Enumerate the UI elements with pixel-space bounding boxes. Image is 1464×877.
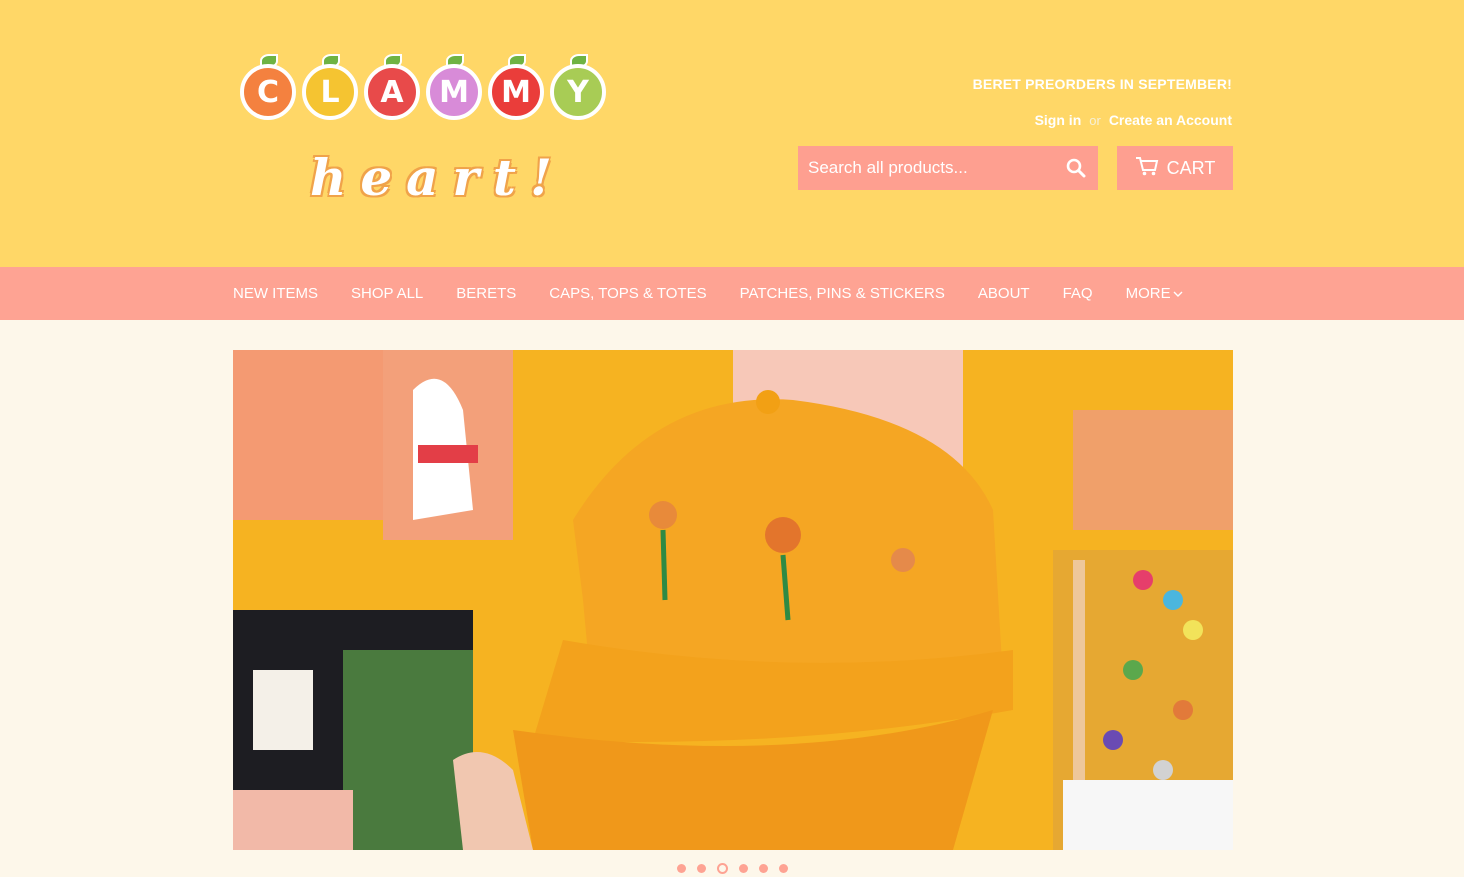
logo-letter-m2: M — [486, 54, 546, 120]
site-header: C L A M M Y heart! BERET PREORDERS IN SE… — [0, 0, 1464, 267]
slide-dot-1[interactable] — [676, 864, 686, 873]
logo-script-text: heart! — [310, 148, 566, 207]
nav-item-more[interactable]: MORE — [1126, 285, 1183, 302]
logo-fruit-letters: C L A M M Y — [238, 54, 608, 120]
logo-letter-l: L — [300, 54, 360, 120]
account-links: Sign in or Create an Account — [1035, 112, 1232, 128]
nav-item-caps-tops-totes[interactable]: CAPS, TOPS & TOTES — [549, 285, 706, 302]
search-input[interactable] — [798, 146, 1048, 190]
chevron-down-icon — [1173, 285, 1183, 302]
nav-item-patches-pins-stickers[interactable]: PATCHES, PINS & STICKERS — [740, 285, 945, 302]
nav-item-about[interactable]: ABOUT — [978, 285, 1030, 302]
slideshow-pagination — [0, 863, 1464, 874]
or-separator: or — [1089, 113, 1101, 128]
cart-icon — [1135, 156, 1159, 181]
nav-item-label: FAQ — [1062, 285, 1093, 302]
main-navigation: NEW ITEMS SHOP ALL BERETS CAPS, TOPS & T… — [0, 267, 1464, 320]
announcement-text: BERET PREORDERS IN SEPTEMBER! — [972, 76, 1232, 92]
slide-dot-6[interactable] — [778, 864, 788, 873]
nav-item-label: MORE — [1125, 285, 1171, 302]
nav-item-label: BERETS — [456, 285, 517, 302]
site-logo[interactable]: C L A M M Y heart! — [238, 44, 623, 209]
sign-in-link[interactable]: Sign in — [1035, 112, 1082, 128]
cart-button[interactable]: CART — [1117, 146, 1233, 190]
search-form — [798, 146, 1098, 190]
slide-dot-4[interactable] — [738, 864, 748, 873]
nav-item-label: ABOUT — [977, 285, 1030, 302]
cart-label: CART — [1166, 157, 1216, 178]
nav-item-shop-all[interactable]: SHOP ALL — [351, 285, 423, 302]
nav-item-label: SHOP ALL — [351, 285, 424, 302]
nav-item-label: NEW ITEMS — [233, 285, 318, 302]
slide-dot-2[interactable] — [696, 864, 706, 873]
nav-item-berets[interactable]: BERETS — [456, 285, 516, 302]
slide-dot-5[interactable] — [758, 864, 768, 873]
logo-letter-c: C — [238, 54, 298, 120]
create-account-link[interactable]: Create an Account — [1109, 112, 1232, 128]
logo-letter-a: A — [362, 54, 422, 120]
logo-letter-m1: M — [424, 54, 484, 120]
logo-letter-y: Y — [548, 54, 608, 120]
nav-item-new-items[interactable]: NEW ITEMS — [233, 285, 318, 302]
hero-slide-image[interactable] — [233, 350, 1233, 850]
nav-item-label: CAPS, TOPS & TOTES — [549, 285, 707, 302]
slide-dot-3[interactable] — [716, 863, 728, 874]
search-icon[interactable] — [1066, 158, 1086, 178]
nav-item-label: PATCHES, PINS & STICKERS — [739, 285, 945, 302]
nav-item-faq[interactable]: FAQ — [1063, 285, 1093, 302]
